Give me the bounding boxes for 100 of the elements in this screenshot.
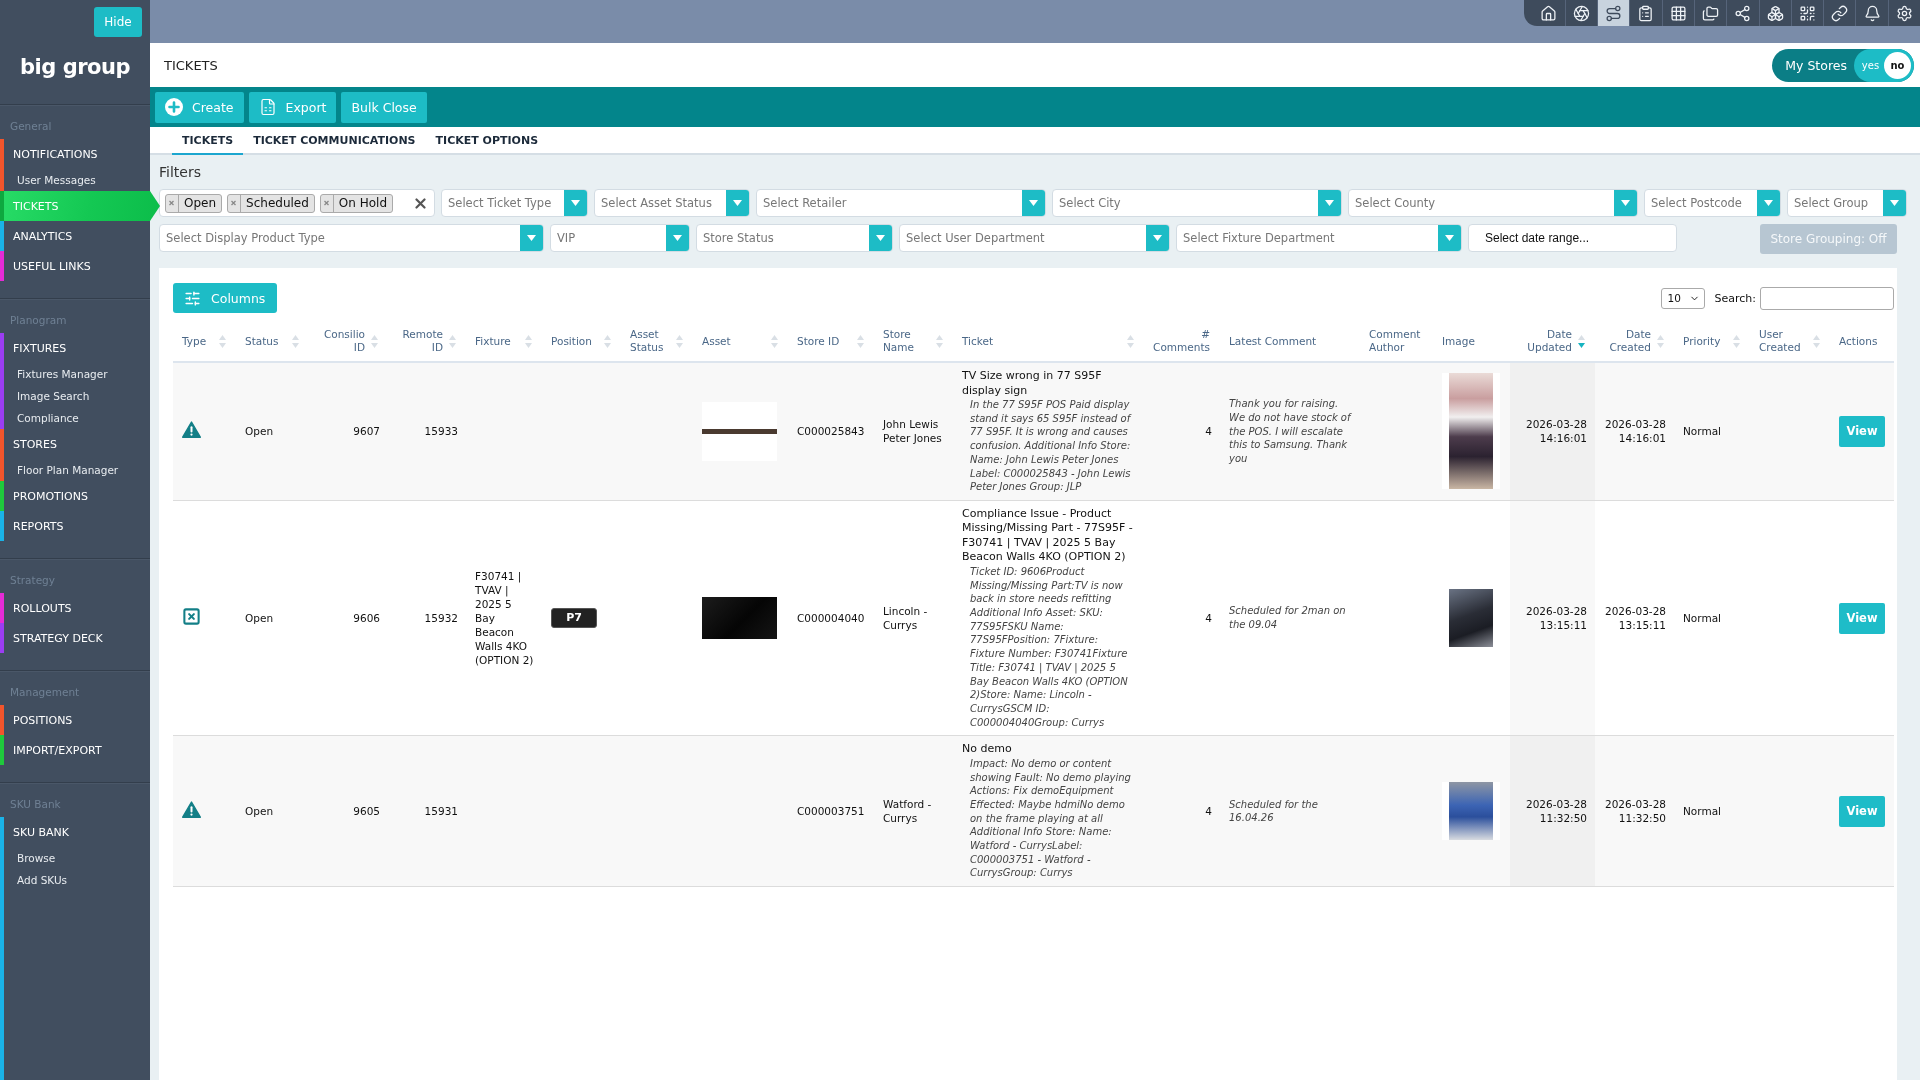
tab[interactable]: TICKET COMMUNICATIONS <box>243 127 426 155</box>
table-cell: 2026-03-28 11:32:50 <box>1510 735 1595 887</box>
cross-square-icon <box>182 607 201 627</box>
ticket-description: Impact: No demo or content showing Fault: No demo playing Actions: Fix demoEquipment Effected: Maybe hdmiNo demo on the frame playing at all Additional Info Store: Name: Watford - CurrysLabel: C000003751 - Watford - CurrysGroup: Currys <box>968 756 1132 881</box>
select-field[interactable]: Select Asset Status <box>594 189 750 217</box>
home-icon <box>1540 4 1558 22</box>
nav-item[interactable]: USEFUL LINKS <box>4 251 150 281</box>
select-field[interactable]: Store Status <box>696 224 893 252</box>
nav-subitem[interactable]: User Messages <box>4 169 150 191</box>
table-cell: Thank you for raising. We do not have stock of the POS. I will escalate this to Samsung. Thank you <box>1220 362 1360 501</box>
ticket-title: No demo <box>962 742 1013 757</box>
nav-item[interactable]: ANALYTICS <box>4 221 150 251</box>
table-cell: Open <box>236 500 309 736</box>
table-cell: 2026-03-28 14:16:01 <box>1595 362 1674 501</box>
table-cell: Open <box>236 362 309 501</box>
position-tag: P7 <box>551 608 597 629</box>
select-field[interactable]: Select Display Product Type <box>159 224 544 252</box>
table-cell: Scheduled for the 16.04.26 <box>1220 735 1360 887</box>
select-field[interactable]: Select User Department <box>899 224 1170 252</box>
date-range-field[interactable]: Select date range... <box>1468 224 1677 252</box>
warning-icon <box>182 421 201 439</box>
filter-tag[interactable]: Open <box>165 193 223 213</box>
filter-tag[interactable]: Scheduled <box>227 193 315 213</box>
ticket-title: Compliance Issue - Product Missing/Missing Part - 77S95F - F30741 | TVAV | 2025 5 Bay Beacon Walls 4KO (OPTION 2) <box>962 506 1134 565</box>
select-field[interactable]: Select City <box>1052 189 1342 217</box>
table-cell: F30741 | TVAV | 2025 5 Bay Beacon Walls 4KO (OPTION 2) <box>466 500 542 736</box>
table-cell: 2026-03-28 13:15:11 <box>1595 500 1674 736</box>
select-field[interactable]: Select County <box>1348 189 1638 217</box>
nav-item[interactable]: POSITIONS <box>4 705 150 735</box>
nav-subitem[interactable]: Image Search <box>4 385 150 407</box>
table-cell: C000003751 <box>788 735 874 887</box>
nav-subitem[interactable]: Fixtures Manager <box>4 363 150 385</box>
clear-icon[interactable] <box>415 197 426 209</box>
table-cell: 2026-03-28 11:32:50 <box>1595 735 1674 887</box>
nav-subitem[interactable]: Add SKUs <box>4 869 150 891</box>
qr-code-icon <box>1798 4 1816 22</box>
select-field[interactable]: Select Ticket Type <box>441 189 588 217</box>
spreadsheet-file-icon <box>258 98 277 116</box>
table-cell: C000004040 <box>788 500 874 736</box>
switch-option[interactable]: no <box>1884 51 1911 79</box>
aperture-icon <box>1572 4 1590 22</box>
table-cell: 2026-03-28 14:16:01 <box>1510 362 1595 501</box>
nav-subitem[interactable]: Floor Plan Manager <box>4 459 150 481</box>
select-field[interactable]: Select Postcode <box>1644 189 1781 217</box>
boxes-icon <box>1766 4 1784 22</box>
table-cell: Lincoln - Currys <box>874 500 953 736</box>
table-cell: 9607 <box>309 362 388 501</box>
route-icon <box>1605 4 1623 22</box>
table-cell: Watford - Currys <box>874 735 953 887</box>
search-field[interactable] <box>1760 286 1894 310</box>
filters-title: Filters <box>159 163 201 182</box>
sliders-icon <box>184 289 201 307</box>
nav-item[interactable]: IMPORT/EXPORT <box>4 735 150 765</box>
select-field[interactable]: VIP <box>550 224 690 252</box>
select-field[interactable]: Select Fixture Department <box>1176 224 1462 252</box>
folders-icon <box>1702 4 1720 22</box>
nav-item[interactable]: SKU BANK <box>4 817 150 847</box>
nav-item[interactable]: STRATEGY DECK <box>4 623 150 653</box>
table-cell: John Lewis Peter Jones <box>874 362 953 501</box>
settings-icon <box>1895 4 1913 22</box>
table-cell: 4 <box>1144 362 1220 501</box>
table-cell: Normal <box>1674 500 1750 736</box>
page-title: TICKETS <box>164 57 218 73</box>
page-length-select[interactable]: 10 <box>1660 287 1705 309</box>
select-field[interactable]: Select Group <box>1787 189 1907 217</box>
table-cell: 4 <box>1144 735 1220 887</box>
plus-circle-icon <box>165 98 183 116</box>
my-stores-label: My Stores <box>1785 57 1847 73</box>
remove-icon[interactable] <box>166 194 179 212</box>
table-cell: Open <box>236 735 309 887</box>
tab[interactable]: TICKETS <box>172 127 244 155</box>
select-field[interactable]: Select Retailer <box>756 189 1046 217</box>
nav-subitem[interactable]: Compliance <box>4 407 150 429</box>
table-cell: 15931 <box>388 735 466 887</box>
table-cell: 4 <box>1144 500 1220 736</box>
ticket-description: Ticket ID: 9606Product Missing/Missing Part:TV is now back in store needs refitting Additional Info Asset: SKU: 77S95FSKU Name: 77S95FPosition: 7Fixture: Fixture Number: F30741Fixture Title: F30741 | TVAV | 2025 5 Bay Beacon Walls 4KO (OPTION 2)Store: Name: Lincoln - CurrysGSCM ID: C000004040Group: Currys <box>968 564 1129 730</box>
remove-icon[interactable] <box>228 194 242 212</box>
grid-icon <box>1669 4 1687 22</box>
nav-item[interactable]: FIXTURES <box>4 333 150 363</box>
nav-item[interactable]: PROMOTIONS <box>4 481 150 511</box>
table-cell: 15933 <box>388 362 466 501</box>
table-cell: 2026-03-28 13:15:11 <box>1510 500 1595 736</box>
link-icon <box>1831 4 1849 22</box>
table-cell: Normal <box>1674 362 1750 501</box>
filter-tag[interactable]: On Hold <box>319 193 393 213</box>
nav-item[interactable]: REPORTS <box>4 511 150 541</box>
route-button[interactable] <box>1597 0 1630 26</box>
share-icon <box>1734 4 1752 22</box>
bell-icon <box>1863 4 1881 22</box>
ticket-title: TV Size wrong in 77 S95F display sign <box>962 369 1103 398</box>
nav-subitem[interactable]: Browse <box>4 847 150 869</box>
search-label: Search: <box>1714 291 1756 305</box>
status-filter-field[interactable]: Open Scheduled On Hold <box>159 189 435 217</box>
table-cell: C000025843 <box>788 362 874 501</box>
table-cell: Normal <box>1674 735 1750 887</box>
nav-item[interactable]: NOTIFICATIONS <box>4 139 150 169</box>
tab[interactable]: TICKET OPTIONS <box>425 127 549 155</box>
nav-item[interactable]: ROLLOUTS <box>4 593 150 623</box>
logo: big group <box>20 55 130 79</box>
nav-item[interactable]: STORES <box>4 429 150 459</box>
